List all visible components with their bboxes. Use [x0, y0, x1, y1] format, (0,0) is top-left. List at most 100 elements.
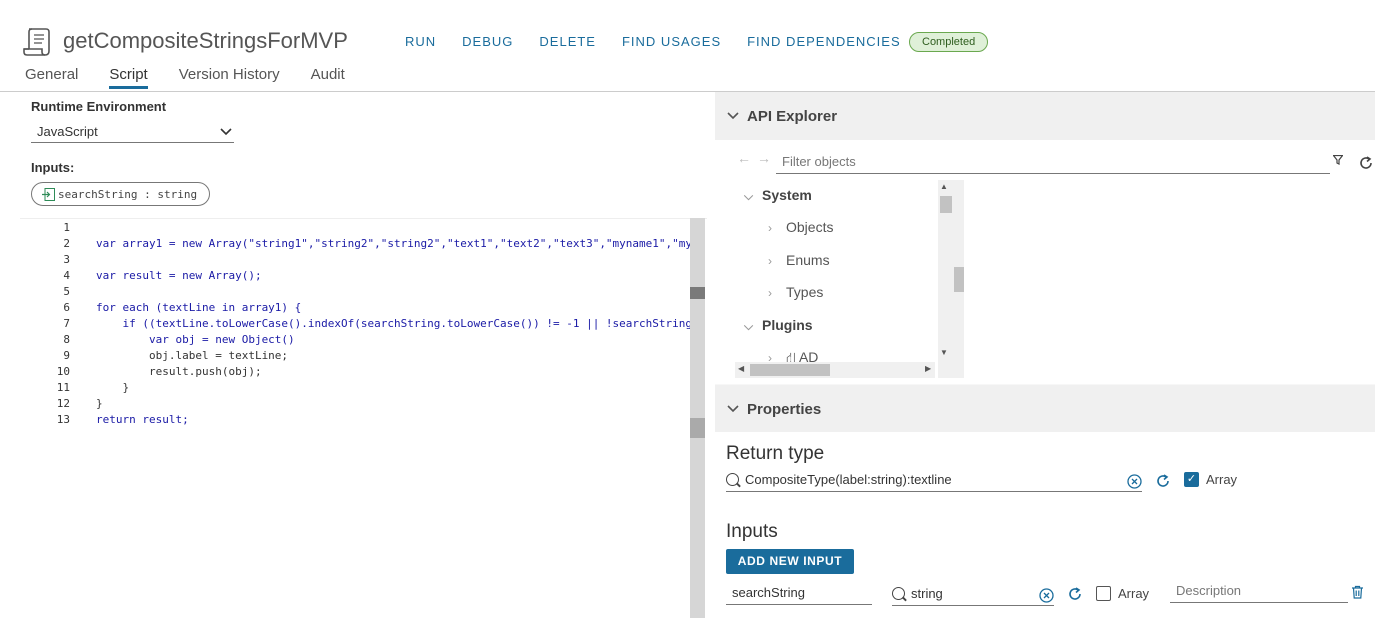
tree-node-plugins[interactable]: ⌵ Plugins [744, 317, 813, 334]
tree-node-types[interactable]: › Types [768, 284, 823, 300]
tree-hscroll-thumb[interactable] [750, 364, 830, 376]
search-icon [726, 473, 739, 486]
tree-node-label: System [762, 187, 812, 203]
editor-scrollbar-marker [690, 287, 705, 299]
tree-node-label: Objects [786, 219, 834, 235]
delete-button[interactable]: DELETE [539, 34, 596, 49]
line-number: 5 [63, 285, 70, 298]
header: getCompositeStringsForMVP RUN DEBUG DELE… [0, 0, 1375, 92]
input-parameter-icon [42, 187, 55, 201]
code-line: var result = new Array(); [96, 269, 262, 282]
code-line: } [96, 397, 103, 410]
chevron-down-icon [220, 128, 232, 136]
add-new-input-button[interactable]: ADD NEW INPUT [726, 549, 854, 574]
tree-node-objects[interactable]: › Objects [768, 219, 833, 235]
line-number: 1 [63, 221, 70, 234]
runtime-environment-label: Runtime Environment [31, 99, 167, 114]
code-line: } [96, 381, 130, 394]
code-line: return result; [96, 413, 189, 426]
return-array-checkbox[interactable]: ✓ [1184, 472, 1199, 487]
scroll-up-arrow[interactable]: ▲ [940, 182, 948, 191]
line-number: 11 [56, 381, 70, 394]
runtime-value: JavaScript [37, 124, 98, 139]
tree-horizontal-scrollbar[interactable]: ◀ ▶ [735, 362, 935, 378]
chevron-down-icon [727, 112, 739, 120]
script-editor[interactable]: 1 2 3 4 5 6 7 8 9 10 11 12 13 var array1… [20, 218, 707, 618]
find-dependencies-button[interactable]: FIND DEPENDENCIES [747, 34, 901, 49]
line-number-gutter: 1 2 3 4 5 6 7 8 9 10 11 12 13 [20, 219, 75, 428]
line-number: 8 [63, 333, 70, 346]
return-type-value: CompositeType(label:string):textline [745, 472, 952, 487]
clear-icon[interactable] [1039, 588, 1054, 603]
refresh-icon[interactable] [1155, 473, 1171, 489]
code-line: result.push(obj); [96, 365, 262, 378]
api-explorer-title: API Explorer [747, 107, 838, 125]
line-number: 4 [63, 269, 70, 282]
tree-node-label: Enums [786, 252, 830, 268]
input-type-field[interactable]: string [892, 582, 1054, 606]
page-title: getCompositeStringsForMVP [63, 28, 348, 53]
back-arrow-icon[interactable]: ← [737, 150, 757, 166]
scroll-right-arrow[interactable]: ▶ [925, 364, 931, 373]
tab-audit[interactable]: Audit [311, 66, 345, 89]
refresh-icon[interactable] [1358, 155, 1374, 171]
input-array-checkbox[interactable] [1096, 586, 1111, 601]
workflow-editor: getCompositeStringsForMVP RUN DEBUG DELE… [0, 0, 1375, 618]
tab-bar: General Script Version History Audit [25, 66, 376, 89]
code-line: var obj = new Object() [96, 333, 295, 346]
line-number: 12 [56, 397, 70, 410]
run-button[interactable]: RUN [405, 34, 436, 49]
return-type-field[interactable]: CompositeType(label:string):textline [726, 468, 1142, 492]
refresh-icon[interactable] [1067, 586, 1083, 602]
code-line: var array1 = new Array("string1","string… [96, 237, 691, 250]
scroll-left-arrow[interactable]: ◀ [738, 364, 744, 373]
chevron-right-icon: › [768, 286, 772, 300]
line-number: 13 [56, 413, 70, 426]
return-array-label: Array [1206, 472, 1238, 487]
tab-version-history[interactable]: Version History [179, 66, 280, 89]
tab-script[interactable]: Script [109, 66, 148, 89]
tree-node-system[interactable]: ⌵ System [744, 187, 812, 204]
line-number: 3 [63, 253, 70, 266]
return-type-heading: Return type [726, 443, 825, 464]
trash-icon[interactable] [1351, 585, 1364, 599]
input-name-value: searchString [732, 585, 805, 600]
input-name-field[interactable]: searchString [726, 581, 872, 605]
tree-node-enums[interactable]: › Enums [768, 252, 830, 268]
input-array-label: Array [1118, 586, 1150, 601]
code-line: for each (textLine in array1) { [96, 301, 302, 314]
filter-objects-input[interactable]: Filter objects [776, 150, 1330, 174]
panel-scrollbar-thumb[interactable] [954, 267, 964, 292]
forward-arrow-icon[interactable]: → [757, 150, 777, 166]
find-usages-button[interactable]: FIND USAGES [622, 34, 721, 49]
scroll-down-arrow[interactable]: ▼ [940, 348, 948, 357]
tree-node-label: Types [786, 284, 824, 300]
tree-node-label: Plugins [762, 317, 813, 333]
code-line: if ((textLine.toLowerCase().indexOf(sear… [96, 317, 691, 330]
chevron-right-icon: › [768, 221, 772, 235]
input-type-value: string [911, 586, 943, 601]
properties-header[interactable]: Properties [715, 385, 1375, 433]
properties-title: Properties [747, 400, 822, 418]
editor-scrollbar-thumb[interactable] [690, 418, 705, 438]
tree-scrollbar-thumb[interactable] [940, 196, 952, 213]
api-explorer-header[interactable]: API Explorer [715, 92, 1375, 140]
tab-general[interactable]: General [25, 66, 78, 89]
input-parameter-pill[interactable]: searchString : string [31, 182, 211, 206]
tree-vertical-scrollbar[interactable]: ▲ ▼ [938, 180, 964, 378]
debug-button[interactable]: DEBUG [462, 34, 513, 49]
search-icon [892, 587, 905, 600]
status-badge: Completed [909, 32, 989, 52]
runtime-environment-select[interactable]: JavaScript [31, 121, 234, 143]
code-area[interactable]: var array1 = new Array("string1","string… [96, 220, 691, 428]
tree-navigation: ←→ [737, 150, 777, 166]
filter-icon[interactable] [1333, 155, 1343, 165]
clear-icon[interactable] [1127, 474, 1142, 489]
editor-scrollbar[interactable] [690, 218, 705, 618]
chevron-down-icon: ⌵ [744, 189, 754, 203]
description-field[interactable]: Description [1170, 579, 1348, 603]
api-tree[interactable]: ⌵ System › Objects › Enums › Types ⌵ Plugins … [735, 180, 945, 366]
